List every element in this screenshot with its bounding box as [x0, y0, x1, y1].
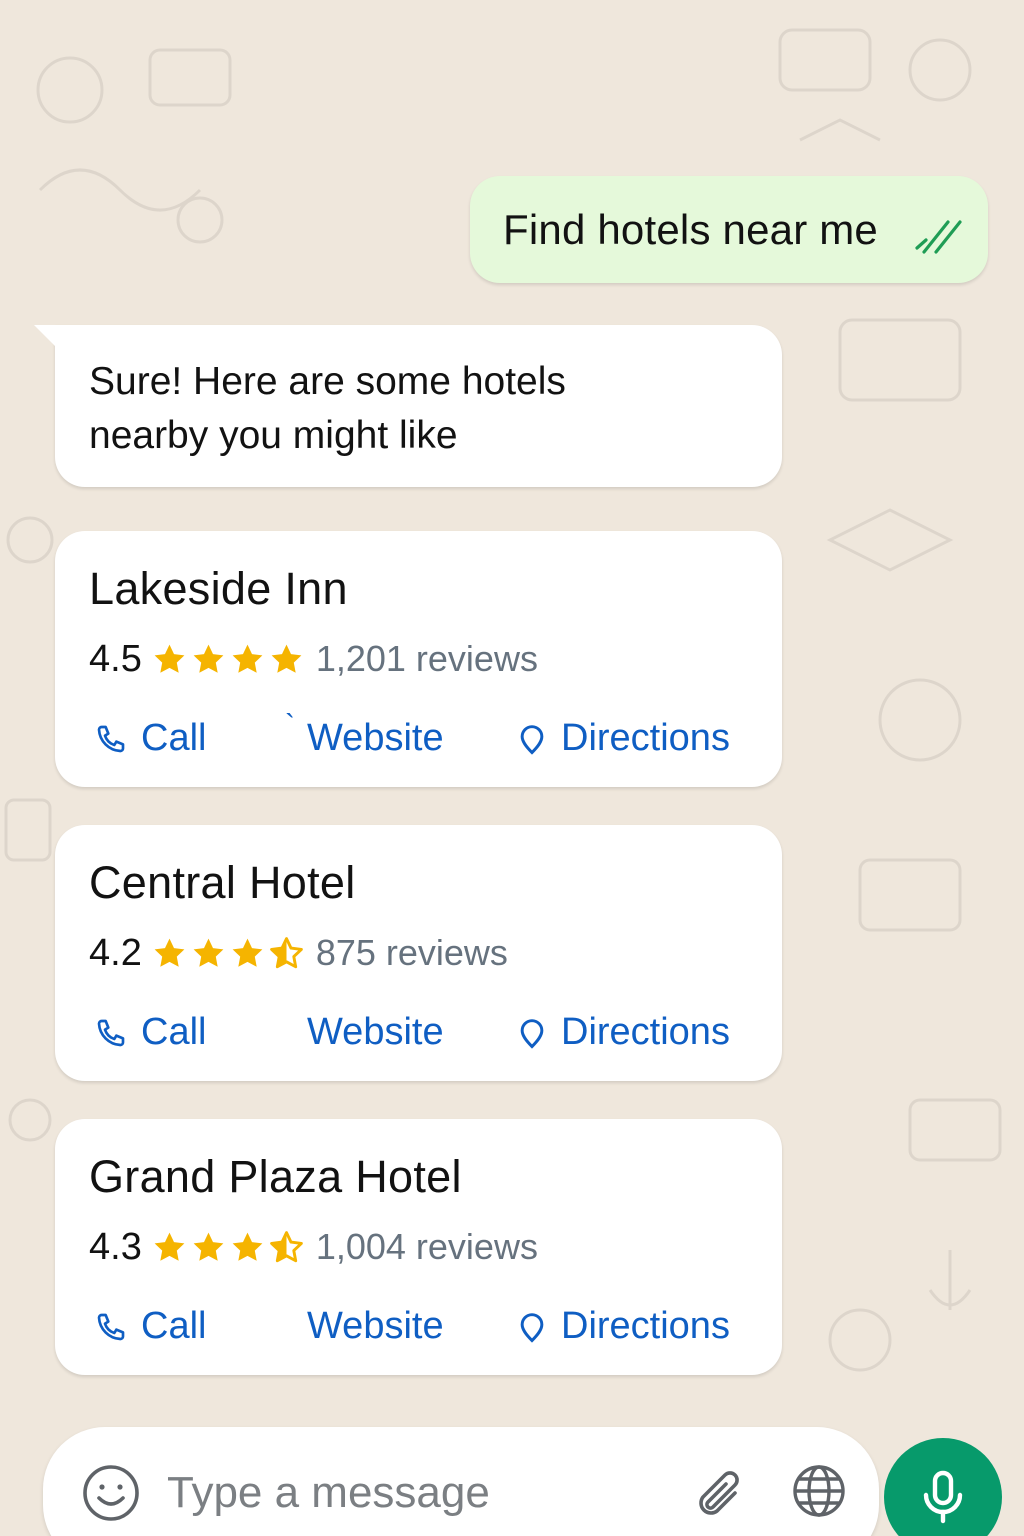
call-label: Call: [141, 717, 207, 759]
microphone-icon: [923, 1470, 963, 1524]
star-icon: [232, 1232, 263, 1261]
call-button[interactable]: Call: [95, 717, 206, 760]
star-icon: [271, 644, 302, 673]
star-icon: [154, 938, 185, 967]
star-icon: [232, 938, 263, 967]
outgoing-message-bubble[interactable]: Find hotels near me: [470, 176, 988, 283]
message-composer: [43, 1427, 879, 1536]
location-pin-icon: [520, 1018, 544, 1049]
phone-icon: [97, 1019, 125, 1046]
hotel-name: Lakeside Inn: [89, 563, 348, 614]
website-button[interactable]: Website: [307, 1305, 444, 1348]
star-icon: [193, 644, 224, 673]
star-rating: [152, 642, 304, 677]
incoming-message-bubble[interactable]: Sure! Here are some hotels nearby you mi…: [34, 325, 782, 487]
star-icon: [154, 1232, 185, 1261]
hotel-card[interactable]: Central Hotel 4.2 875 reviews Call Websi…: [55, 825, 782, 1081]
star-icon: [193, 938, 224, 967]
star-rating: [152, 936, 304, 971]
rating-value: 4.2: [89, 931, 142, 974]
website-label: Website: [307, 1305, 444, 1347]
location-pin-icon: [520, 1312, 544, 1343]
emoji-icon[interactable]: [81, 1463, 141, 1523]
website-label: Website: [307, 1011, 444, 1053]
half-star-icon: [269, 1230, 303, 1262]
directions-label: Directions: [561, 717, 730, 759]
directions-button[interactable]: Directions: [517, 1305, 730, 1348]
incoming-message-text: Sure! Here are some hotels nearby you mi…: [89, 360, 566, 457]
phone-icon: [97, 1313, 125, 1340]
message-input[interactable]: [167, 1455, 647, 1531]
rating-row: 4.2 875 reviews: [89, 931, 508, 974]
directions-label: Directions: [561, 1011, 730, 1053]
star-rating: [152, 1230, 304, 1265]
bubble-tail: [34, 325, 58, 349]
website-label: Website: [307, 717, 444, 759]
location-pin-icon: [520, 724, 544, 755]
directions-label: Directions: [561, 1305, 730, 1347]
rating-value: 4.5: [89, 637, 142, 680]
rating-row: 4.5 1,201 reviews: [89, 637, 538, 680]
hotel-card[interactable]: Lakeside Inn 4.5 1,201 reviews Call ` We…: [55, 531, 782, 787]
directions-button[interactable]: Directions: [517, 1011, 730, 1054]
review-count: 875 reviews: [315, 932, 508, 973]
directions-button[interactable]: Directions: [517, 717, 730, 760]
review-count: 1,004 reviews: [315, 1226, 538, 1267]
half-star-icon: [269, 936, 303, 968]
star-icon: [193, 1232, 224, 1261]
double-check-icon: [915, 220, 962, 254]
phone-icon: [97, 725, 125, 752]
website-button[interactable]: ` Website: [285, 709, 444, 760]
call-label: Call: [141, 1011, 207, 1053]
stray-mark: `: [285, 709, 295, 742]
globe-icon[interactable]: [791, 1463, 847, 1519]
call-button[interactable]: Call: [95, 1011, 206, 1054]
star-icon: [154, 644, 185, 673]
hotel-card[interactable]: Grand Plaza Hotel 4.3 1,004 reviews Call…: [55, 1119, 782, 1375]
rating-row: 4.3 1,004 reviews: [89, 1225, 538, 1268]
hotel-name: Grand Plaza Hotel: [89, 1151, 462, 1202]
paperclip-icon[interactable]: [691, 1463, 749, 1521]
website-button[interactable]: Website: [307, 1011, 444, 1054]
call-label: Call: [141, 1305, 207, 1347]
review-count: 1,201 reviews: [315, 638, 538, 679]
hotel-name: Central Hotel: [89, 857, 356, 908]
call-button[interactable]: Call: [95, 1305, 206, 1348]
rating-value: 4.3: [89, 1225, 142, 1268]
star-icon: [232, 644, 263, 673]
outgoing-message-text: Find hotels near me: [503, 205, 878, 253]
